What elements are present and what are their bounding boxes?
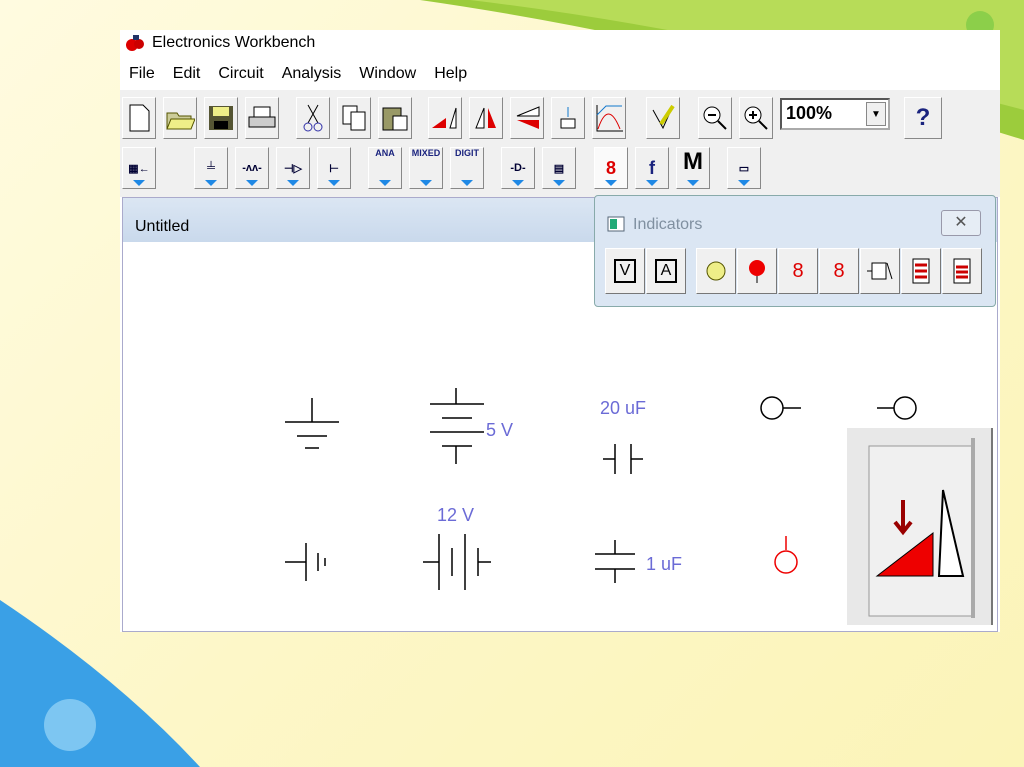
title-bar: Electronics Workbench bbox=[120, 30, 1000, 56]
scissors-icon bbox=[303, 104, 323, 132]
menu-bar: File Edit Circuit Analysis Window Help bbox=[120, 62, 476, 86]
diode-icon: ⊣▷ bbox=[283, 162, 303, 175]
chevron-down-icon[interactable]: ▼ bbox=[866, 102, 886, 126]
bargraph-icon bbox=[912, 258, 930, 284]
red-probe-icon bbox=[749, 260, 765, 283]
transistors-bin-button[interactable]: ⊢ bbox=[317, 147, 351, 189]
logic-gates-bin-button[interactable]: -D- bbox=[501, 147, 535, 189]
seven-segment-icon: 8 bbox=[605, 157, 616, 178]
favorites-grid-icon: ▦← bbox=[128, 162, 150, 175]
digital-ics-label: DIGIT bbox=[455, 148, 479, 158]
menu-help[interactable]: Help bbox=[425, 62, 476, 86]
zoom-out-button[interactable] bbox=[698, 97, 732, 139]
menu-edit[interactable]: Edit bbox=[164, 62, 210, 86]
instruments-bin-button[interactable]: ▭ bbox=[727, 147, 761, 189]
favorites-bin-button[interactable]: ▦← bbox=[122, 147, 156, 189]
led-probe-button[interactable] bbox=[737, 248, 777, 294]
paste-button[interactable] bbox=[378, 97, 412, 139]
menu-circuit[interactable]: Circuit bbox=[209, 62, 272, 86]
menu-window[interactable]: Window bbox=[350, 62, 425, 86]
zoom-out-icon bbox=[703, 106, 727, 130]
open-button[interactable] bbox=[163, 97, 197, 139]
analog-ics-bin-button[interactable]: ANA bbox=[368, 147, 402, 189]
mixed-ics-bin-button[interactable]: MIXED bbox=[409, 147, 443, 189]
miscellaneous-icon: M bbox=[683, 148, 703, 175]
basic-bin-button[interactable]: -ᴧᴧ- bbox=[235, 147, 269, 189]
subcircuit-icon bbox=[560, 107, 576, 129]
decoded-display-button[interactable]: 8 bbox=[819, 248, 859, 294]
decoded-seven-segment-icon: 8 bbox=[833, 259, 845, 282]
help-button[interactable]: ? bbox=[904, 97, 942, 139]
transistor-icon: ⊢ bbox=[329, 162, 339, 175]
palette-icon bbox=[607, 216, 625, 232]
copy-button[interactable] bbox=[337, 97, 371, 139]
digital-ics-bin-button[interactable]: DIGIT bbox=[450, 147, 484, 189]
controls-icon: f bbox=[649, 157, 655, 178]
rotate-icon bbox=[868, 438, 975, 618]
flip-vertical-button[interactable] bbox=[510, 97, 544, 139]
bulb-button[interactable] bbox=[696, 248, 736, 294]
menu-file[interactable]: File bbox=[120, 62, 164, 86]
graph-button[interactable] bbox=[592, 97, 626, 139]
printer-icon bbox=[248, 106, 276, 128]
zoom-in-icon bbox=[744, 106, 768, 130]
graph-icon bbox=[596, 105, 623, 132]
toolbar: 100% ▼ ? ▦← ╧ -ᴧᴧ- ⊣▷ ⊢ ANA MIXED DIGIT -… bbox=[120, 90, 1000, 197]
component-properties-button[interactable] bbox=[646, 97, 680, 139]
flip-vertical-icon bbox=[516, 106, 540, 129]
decoded-bargraph-button[interactable] bbox=[942, 248, 982, 294]
rotate-button[interactable] bbox=[428, 97, 462, 139]
palette-title: Indicators bbox=[633, 216, 703, 233]
print-button[interactable] bbox=[245, 97, 279, 139]
subcircuit-button[interactable] bbox=[551, 97, 585, 139]
new-button[interactable] bbox=[122, 97, 156, 139]
voltmeter-icon: V bbox=[613, 259, 637, 283]
voltmeter-button[interactable]: V bbox=[605, 248, 645, 294]
copy-icon bbox=[342, 105, 366, 131]
decoded-bargraph-icon bbox=[953, 258, 971, 284]
seven-segment-display-button[interactable]: 8 bbox=[778, 248, 818, 294]
seven-segment-icon: 8 bbox=[792, 259, 804, 282]
mixed-ics-label: MIXED bbox=[411, 148, 441, 158]
miscellaneous-bin-button[interactable]: M bbox=[676, 147, 710, 189]
close-button[interactable]: ✕ bbox=[941, 210, 981, 236]
cut-button[interactable] bbox=[296, 97, 330, 139]
ammeter-icon: A bbox=[654, 259, 678, 283]
clipboard-icon bbox=[382, 107, 408, 131]
diodes-bin-button[interactable]: ⊣▷ bbox=[276, 147, 310, 189]
bargraph-button[interactable] bbox=[901, 248, 941, 294]
new-file-icon bbox=[129, 104, 150, 132]
indicators-bin-button[interactable]: 8 bbox=[594, 147, 628, 189]
and-gate-icon: -D- bbox=[510, 162, 526, 174]
save-button[interactable] bbox=[204, 97, 238, 139]
resistor-icon: -ᴧᴧ- bbox=[242, 162, 262, 174]
zoom-level-value: 100% bbox=[786, 103, 833, 123]
flip-horizontal-button[interactable] bbox=[469, 97, 503, 139]
zoom-level-select[interactable]: 100% ▼ bbox=[780, 98, 890, 130]
ammeter-button[interactable]: A bbox=[646, 248, 686, 294]
controls-bin-button[interactable]: f bbox=[635, 147, 669, 189]
analog-ics-label: ANA bbox=[375, 148, 395, 158]
flip-horizontal-icon bbox=[475, 107, 496, 129]
floppy-disk-icon bbox=[209, 106, 233, 130]
folder-open-icon bbox=[166, 112, 195, 130]
zoom-in-button[interactable] bbox=[739, 97, 773, 139]
bulb-icon bbox=[706, 261, 726, 281]
battery-ground-icon: ╧ bbox=[207, 162, 215, 174]
flip-flop-icon: ▤ bbox=[553, 162, 565, 175]
pencil-check-icon bbox=[652, 104, 675, 130]
rotate-icon bbox=[432, 107, 457, 129]
app-icon bbox=[126, 35, 144, 51]
digital-bin-button[interactable]: ▤ bbox=[542, 147, 576, 189]
app-title: Electronics Workbench bbox=[152, 34, 316, 51]
sources-bin-button[interactable]: ╧ bbox=[194, 147, 228, 189]
rotate-button-enlarged bbox=[847, 428, 993, 625]
buzzer-button[interactable] bbox=[860, 248, 900, 294]
menu-analysis[interactable]: Analysis bbox=[273, 62, 351, 86]
buzzer-icon bbox=[867, 262, 893, 280]
oscilloscope-icon: ▭ bbox=[738, 162, 750, 175]
indicators-palette: Indicators ✕ V A 8 8 bbox=[594, 195, 996, 307]
